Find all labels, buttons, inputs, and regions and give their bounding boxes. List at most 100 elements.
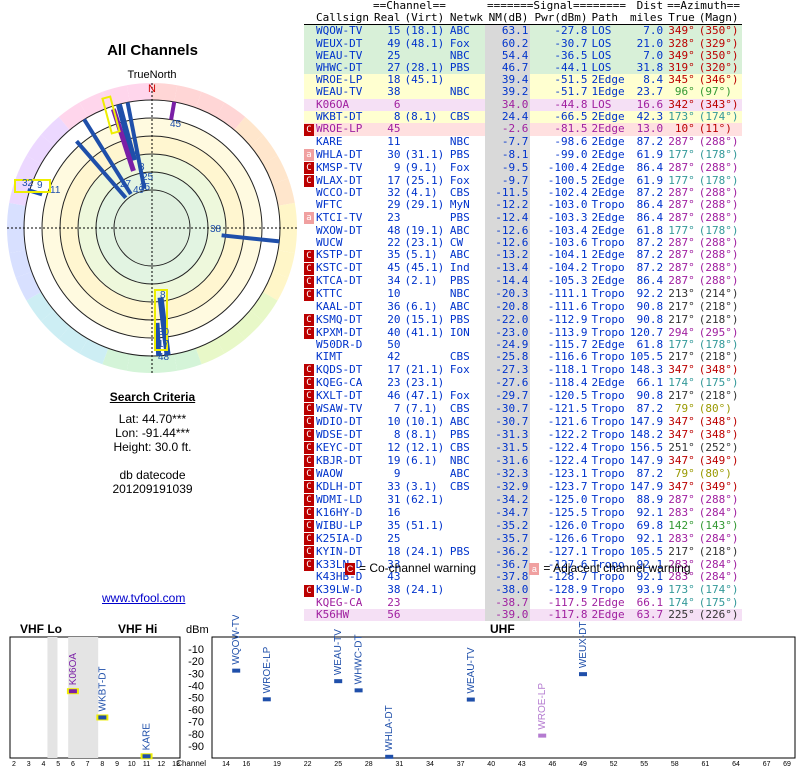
co-channel-warning-icon: C — [304, 364, 314, 377]
cell-path: Tropo — [591, 505, 625, 519]
table-row[interactable]: C KSTP-DT 35 (5.1) ABC -13.2 -104.1 2Edge 87.2 28… — [304, 248, 743, 262]
table-row[interactable]: WFTC 29 (29.1) MyN -12.2 -103.0 Tropo 86.4 287°(… — [304, 198, 743, 212]
cell-callsign: WQOW-TV — [316, 24, 363, 38]
table-row[interactable]: C KMSP-TV 9 (9.1) Fox -9.5 -100.4 2Edge 86.4 287°… — [304, 161, 743, 175]
cell-nm: -32.9 — [484, 480, 531, 494]
cell-pwr: -100.5 — [547, 173, 588, 187]
table-row[interactable]: WXOW-DT 48 (19.1) ABC -12.6 -103.4 2Edge 61.8 17… — [304, 223, 743, 237]
table-row[interactable]: C K16HY-D 16 -34.7 -125.5 Tropo 92.1 283° (284°) — [304, 505, 743, 520]
ring-label: 8 — [160, 290, 166, 301]
table-row[interactable]: C KYIN-DT 18 (24.1) PBS -36.2 -127.1 Tropo 105.5… — [304, 544, 743, 559]
table-row[interactable]: C K39LW-D 38 (24.1) -38.0 -128.9 Tropo 93.9 173°… — [304, 583, 743, 597]
col-real[interactable]: Real — [371, 12, 403, 25]
station-mark — [232, 668, 241, 673]
ring-label: 27 — [120, 179, 132, 190]
table-row[interactable]: C WDIO-DT 10 (10.1) ABC -30.7 -121.6 Tropo 147.9… — [304, 414, 743, 429]
adjacent-channel-icon: a — [529, 562, 540, 575]
table-row[interactable]: C KTCA-DT 34 (2.1) PBS -14.4 -105.3 2Edge 86.4 28… — [304, 274, 743, 288]
cell-miles: 105.5 — [630, 544, 664, 558]
table-row[interactable]: C WSAW-TV 7 (7.1) CBS -30.7 -121.5 Tropo 87.2 79°… — [304, 402, 743, 416]
col-path[interactable]: Path — [590, 12, 629, 25]
tvfool-link[interactable]: www.tvfool.com — [102, 591, 185, 605]
dbm-tick: -90 — [188, 741, 204, 753]
dbm-tick: -50 — [188, 693, 204, 705]
cell-path: 2Edge — [591, 274, 625, 288]
cell-miles: 147.9 — [630, 479, 664, 493]
cell-flag: C — [304, 174, 314, 188]
cell-true-az: 287° — [668, 248, 695, 262]
co-channel-warning-icon: C — [304, 162, 314, 175]
cell-pwr: -98.6 — [554, 134, 588, 148]
table-row[interactable]: C K25IA-D 25 -35.7 -126.6 Tropo 92.1 283° (284°) — [304, 531, 743, 546]
cell-flag: C — [304, 545, 314, 559]
table-row[interactable]: a WHLA-DT 30 (31.1) PBS -8.1 -99.0 2Edge 61.9 177… — [304, 148, 743, 162]
table-row[interactable]: WEUX-DT 49 (48.1) Fox 60.2 -30.7 LOS 21.0 328° (3… — [304, 36, 743, 50]
cell-callsign: KARE — [316, 134, 343, 148]
table-row[interactable]: KARE 11 NBC -7.7 -98.6 2Edge 87.2 287° (288°) — [304, 134, 743, 149]
co-channel-warning-icon: C — [304, 175, 314, 188]
table-row[interactable]: WEAU-TV 38 NBC 39.2 -51.7 1Edge 23.7 96° (97°) — [304, 86, 743, 99]
cell-pwr: -111.1 — [547, 287, 588, 301]
cell-flag — [304, 86, 314, 98]
table-row[interactable]: WQOW-TV 15 (18.1) ABC 63.1 -27.8 LOS 7.0 349° (35… — [304, 24, 743, 38]
table-row[interactable]: K06OA 6 34.0 -44.8 LOS 16.6 342° (343°) — [304, 97, 743, 111]
table-row[interactable]: a KTCI-TV 23 PBS -12.4 -103.3 2Edge 86.4 287° (28… — [304, 211, 743, 225]
table-row[interactable]: C WIBU-LP 35 (51.1) -35.2 -126.0 Tropo 69.8 142°… — [304, 518, 743, 533]
cell-true-az: 10° — [674, 122, 695, 136]
n-label: N — [148, 83, 156, 95]
cell-callsign: WDSE-DT — [316, 427, 363, 441]
cell-virt: (19.1) — [404, 223, 445, 237]
cell-magn-az: (284°) — [698, 531, 739, 545]
table-row[interactable]: C KBJR-DT 19 (6.1) NBC -31.6 -122.4 Tropo 147.9 3… — [304, 454, 743, 468]
cell-nm: -32.3 — [484, 467, 531, 481]
col-callsign[interactable]: Callsign — [314, 12, 371, 25]
table-row[interactable]: C KDLH-DT 33 (3.1) CBS -32.9 -123.7 Tropo 147.9 3… — [304, 479, 743, 494]
cell-miles: 148.3 — [630, 362, 664, 376]
db-value: 201209191039 — [112, 482, 193, 496]
cell-miles: 93.9 — [636, 583, 664, 597]
table-row[interactable]: KQEG-CA 23 -38.7 -117.5 2Edge 66.1 174° (175°) — [304, 596, 743, 609]
cell-pwr: -121.6 — [547, 414, 588, 428]
table-row[interactable]: C KTTC 10 NBC -20.3 -111.1 Tropo 92.2 213° (214°) — [304, 287, 743, 301]
table-row[interactable]: C KPXM-DT 40 (41.1) ION -23.0 -113.9 Tropo 120.7… — [304, 326, 743, 339]
cell-callsign: WEUX-DT — [316, 36, 363, 50]
table-row[interactable]: C KXLT-DT 46 (47.1) Fox -29.7 -120.5 Tropo 90.8 2… — [304, 389, 743, 403]
cell-miles: 92.1 — [636, 531, 664, 545]
col-true[interactable]: True — [665, 12, 697, 25]
cell-magn-az: (218°) — [698, 312, 739, 326]
col-miles[interactable]: miles — [628, 12, 665, 25]
table-row[interactable]: C KEYC-DT 12 (12.1) CBS -31.5 -122.4 Tropo 156.5… — [304, 441, 743, 455]
cell-magn-az: (218°) — [698, 299, 739, 313]
table-row[interactable]: C KQDS-DT 17 (21.1) Fox -27.3 -118.1 Tropo 148.3… — [304, 362, 743, 377]
col-netwk[interactable]: Netwk — [448, 12, 485, 25]
col-nm[interactable]: NM(dB) — [485, 12, 530, 25]
cell-flag: C — [304, 532, 314, 546]
col-magn[interactable]: (Magn) — [697, 12, 742, 25]
table-row[interactable]: C WLAX-DT 17 (25.1) Fox -9.7 -100.5 2Edge 61.9 17… — [304, 173, 743, 188]
table-row[interactable]: C WDSE-DT 8 (8.1) PBS -31.3 -122.2 Tropo 148.2 34… — [304, 427, 743, 442]
cell-miles: 16.6 — [636, 97, 664, 111]
table-row[interactable]: C WDMI-LD 31 (62.1) -34.2 -125.0 Tropo 88.9 287°… — [304, 493, 743, 507]
col-pwr[interactable]: Pwr(dBm) — [530, 12, 589, 25]
cell-nm: -36.2 — [484, 545, 531, 559]
col-virt[interactable]: (Virt) — [403, 12, 448, 25]
cell-netwk: PBS — [449, 312, 470, 326]
table-row[interactable]: C KSTC-DT 45 (45.1) Ind -13.4 -104.2 Tropo 87.2 2… — [304, 261, 743, 275]
cell-magn-az: (288°) — [698, 261, 739, 275]
cell-flag: C — [304, 313, 314, 326]
table-row[interactable]: KIMT 42 CBS -25.8 -116.6 Tropo 105.5 217° (218°) — [304, 351, 743, 364]
cell-pwr: -127.1 — [547, 544, 588, 558]
table-row[interactable]: WKBT-DT 8 (8.1) CBS 24.4 -66.5 2Edge 42.3 173° (1… — [304, 110, 743, 123]
table-row[interactable]: C KQEG-CA 23 (23.1) -27.6 -118.4 2Edge 66.1 174°… — [304, 376, 743, 390]
cell-flag: C — [304, 288, 314, 301]
cell-flag: C — [304, 363, 314, 377]
table-row[interactable]: C KSMQ-DT 20 (15.1) PBS -22.0 -112.9 Tropo 90.8 2… — [304, 312, 743, 326]
cell-callsign: WFTC — [316, 198, 343, 212]
table-row[interactable]: WUCW 22 (23.1) CW -12.6 -103.6 Tropo 87.2 287° (2… — [304, 236, 743, 249]
table-row[interactable]: KAAL-DT 36 (6.1) ABC -20.8 -111.6 Tropo 90.8 217… — [304, 299, 743, 313]
cell-magn-az: (143°) — [698, 518, 739, 532]
table-row[interactable]: C WROE-LP 45 -2.6 -81.5 2Edge 13.0 10° (11°) — [304, 122, 743, 136]
channel-tick: 3 — [27, 761, 31, 768]
table-row[interactable]: C WAOW 9 ABC -32.3 -123.1 Tropo 87.2 79° (80°) — [304, 467, 743, 481]
cell-flag: a — [304, 211, 314, 225]
